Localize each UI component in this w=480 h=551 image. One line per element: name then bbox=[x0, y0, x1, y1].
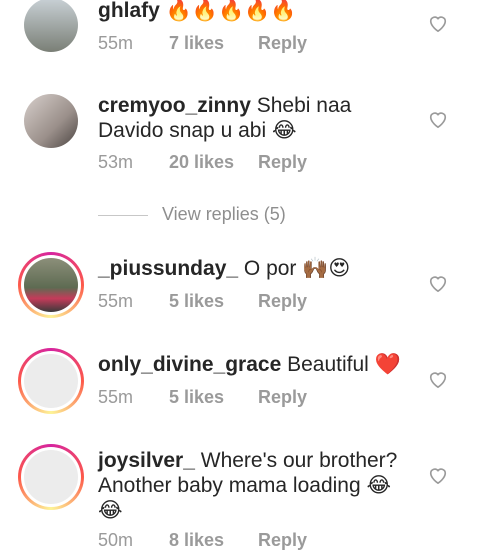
comment-likes[interactable]: 5 likes bbox=[169, 291, 253, 312]
heart-outline-icon[interactable] bbox=[427, 369, 449, 389]
heart-outline-icon[interactable] bbox=[427, 465, 449, 485]
comment-meta: 50m 8 likes Reply bbox=[98, 530, 307, 551]
reply-button[interactable]: Reply bbox=[258, 152, 307, 173]
divider bbox=[98, 214, 148, 216]
comment-emoji: 🔥🔥🔥🔥🔥 bbox=[165, 0, 297, 22]
comment-emoji: ❤️ bbox=[374, 352, 401, 376]
comment-likes[interactable]: 7 likes bbox=[169, 33, 253, 54]
comment-likes[interactable]: 8 likes bbox=[169, 530, 253, 551]
view-replies-button[interactable]: View replies (5) bbox=[98, 204, 286, 225]
reply-button[interactable]: Reply bbox=[258, 33, 307, 54]
comment-likes[interactable]: 20 likes bbox=[169, 152, 253, 173]
comment-emoji: 🙌🏾😍 bbox=[302, 256, 351, 280]
comment-meta: 55m 7 likes Reply bbox=[98, 33, 307, 54]
comment-username[interactable]: ghlafy bbox=[98, 0, 160, 22]
comment-time: 50m bbox=[98, 530, 134, 550]
comment-meta: 55m 5 likes Reply bbox=[98, 387, 307, 408]
story-ring-avatar[interactable] bbox=[18, 252, 84, 318]
story-ring-avatar[interactable] bbox=[18, 444, 84, 510]
comment-username[interactable]: only_divine_grace bbox=[98, 353, 281, 376]
reply-button[interactable]: Reply bbox=[258, 291, 307, 312]
story-ring-avatar[interactable] bbox=[18, 348, 84, 414]
heart-outline-icon[interactable] bbox=[427, 109, 449, 129]
comment-time: 55m bbox=[98, 291, 134, 311]
comment-text: O por bbox=[243, 257, 297, 280]
reply-button[interactable]: Reply bbox=[258, 387, 307, 408]
comment-text: Beautiful bbox=[287, 353, 369, 376]
heart-outline-icon[interactable] bbox=[427, 273, 449, 293]
comment-likes[interactable]: 5 likes bbox=[169, 387, 253, 408]
avatar[interactable] bbox=[24, 94, 78, 148]
comment-username[interactable]: _piussunday_ bbox=[98, 257, 238, 280]
comment-time: 53m bbox=[98, 152, 134, 172]
comment-time: 55m bbox=[98, 387, 134, 407]
heart-outline-icon[interactable] bbox=[427, 13, 449, 33]
comment-username[interactable]: cremyoo_zinny bbox=[98, 94, 251, 117]
comment-meta: 55m 5 likes Reply bbox=[98, 291, 307, 312]
view-replies-label: View replies (5) bbox=[162, 204, 286, 224]
avatar[interactable] bbox=[24, 0, 78, 52]
comment-username[interactable]: joysilver_ bbox=[98, 449, 195, 472]
comment-emoji: 😂 bbox=[271, 118, 297, 142]
comment-time: 55m bbox=[98, 33, 134, 53]
comment-meta: 53m 20 likes Reply bbox=[98, 152, 307, 173]
reply-button[interactable]: Reply bbox=[258, 530, 307, 551]
